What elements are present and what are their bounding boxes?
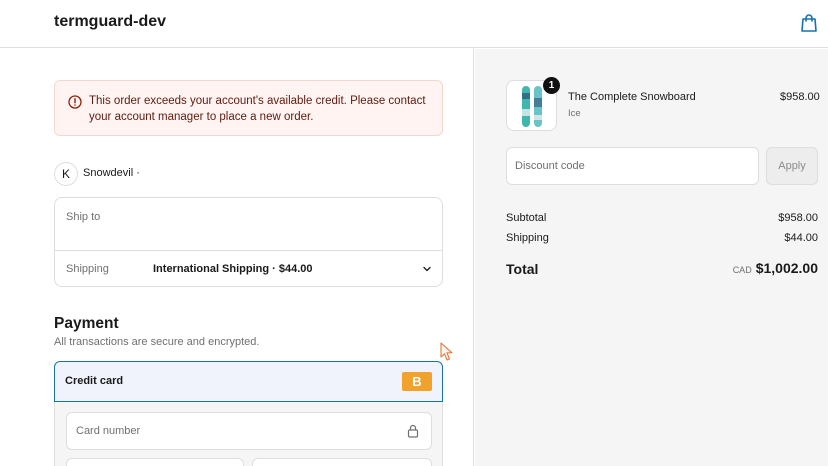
subtotal-label: Subtotal — [506, 212, 547, 224]
checkout-header: termguard-dev — [0, 0, 828, 48]
divider — [55, 250, 442, 251]
account-name: Snowdevil · — [83, 167, 140, 179]
total-label: Total — [506, 261, 539, 277]
card-brand-badge: B — [402, 372, 432, 391]
product-name: The Complete Snowboard — [568, 91, 696, 103]
payment-title: Payment — [54, 315, 119, 332]
shopping-bag-icon[interactable] — [800, 13, 818, 33]
product-price: $958.00 — [780, 91, 820, 103]
quantity-badge: 1 — [543, 77, 560, 94]
alert-message: This order exceeds your account's availa… — [89, 95, 426, 123]
total-value: $1,002.00 — [755, 260, 818, 276]
checkout-main: This order exceeds your account's availa… — [0, 49, 474, 466]
mouse-cursor-icon — [440, 342, 453, 361]
credit-alert: This order exceeds your account's availa… — [54, 80, 443, 136]
subtotal-value: $958.00 — [778, 212, 818, 224]
lock-icon — [407, 424, 419, 438]
security-code-input[interactable] — [252, 458, 432, 466]
shipping-summary-value: $44.00 — [784, 232, 818, 244]
discount-code-input[interactable] — [506, 147, 759, 185]
order-summary: 1 The Complete Snowboard Ice $958.00 App… — [475, 49, 828, 466]
credit-card-form — [54, 402, 443, 466]
expiration-date-input[interactable] — [66, 458, 244, 466]
shipping-method-value[interactable]: International Shipping · $44.00 — [153, 263, 313, 275]
total-amount: CAD $1,002.00 — [733, 260, 818, 278]
chevron-down-icon[interactable] — [422, 264, 432, 274]
avatar: K — [54, 162, 78, 186]
store-name[interactable]: termguard-dev — [54, 13, 166, 31]
warning-circle-icon — [68, 95, 82, 109]
product-variant: Ice — [568, 108, 581, 119]
currency-code: CAD — [732, 265, 752, 275]
shipping-box: Ship to Shipping International Shipping … — [54, 197, 443, 287]
payment-subtitle: All transactions are secure and encrypte… — [54, 336, 260, 348]
ship-to-label[interactable]: Ship to — [66, 211, 100, 223]
credit-card-label: Credit card — [65, 375, 124, 387]
card-number-input[interactable] — [66, 412, 432, 450]
credit-card-option[interactable]: Credit card B — [54, 361, 443, 402]
shipping-method-label: Shipping — [66, 263, 109, 275]
apply-discount-button[interactable]: Apply — [766, 147, 818, 185]
shipping-summary-label: Shipping — [506, 232, 549, 244]
